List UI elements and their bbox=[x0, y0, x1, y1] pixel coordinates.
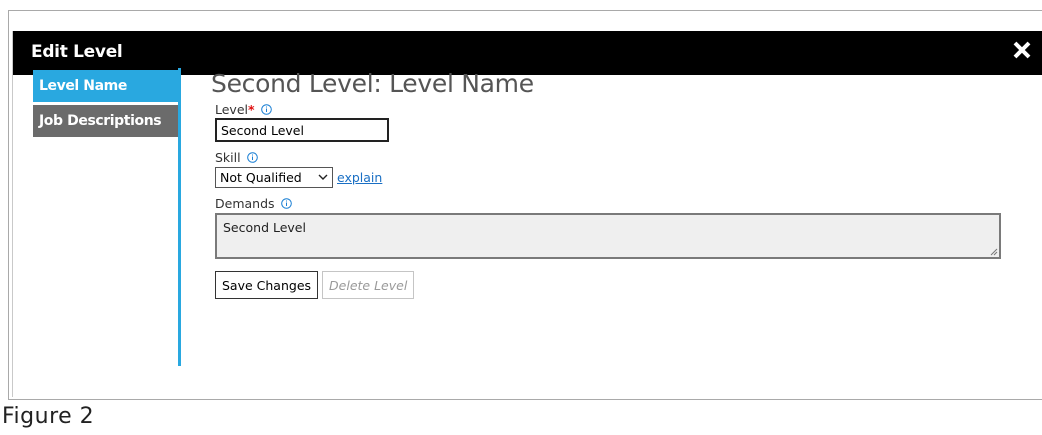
info-icon[interactable] bbox=[280, 198, 292, 209]
main-content: Second Level: Level Name Level* Skill No… bbox=[211, 68, 1011, 299]
demands-label: Demands bbox=[215, 196, 1011, 211]
required-mark: * bbox=[248, 102, 255, 117]
demands-textarea[interactable]: Second Level bbox=[215, 213, 1001, 259]
level-label: Level* bbox=[215, 102, 1011, 117]
info-icon[interactable] bbox=[246, 152, 258, 163]
figure-caption: Figure 2 bbox=[2, 404, 95, 429]
save-changes-button[interactable]: Save Changes bbox=[215, 271, 319, 299]
skill-row: Not Qualified explain bbox=[215, 167, 1011, 188]
demands-value: Second Level bbox=[223, 220, 306, 235]
page-title: Second Level: Level Name bbox=[211, 69, 534, 98]
chevron-down-icon bbox=[318, 174, 328, 180]
button-row: Save Changes Delete Level bbox=[215, 271, 1011, 299]
explain-link[interactable]: explain bbox=[337, 170, 382, 185]
close-icon bbox=[1013, 41, 1031, 59]
level-label-text: Level bbox=[215, 102, 248, 117]
skill-select[interactable]: Not Qualified bbox=[215, 167, 333, 188]
sidebar: Level Name Job Descriptions bbox=[33, 70, 178, 140]
sidebar-item-level-name[interactable]: Level Name bbox=[33, 70, 178, 102]
sidebar-divider bbox=[178, 68, 181, 366]
sidebar-item-job-descriptions[interactable]: Job Descriptions bbox=[33, 105, 178, 137]
level-input[interactable] bbox=[215, 118, 389, 142]
delete-level-button[interactable]: Delete Level bbox=[322, 271, 415, 299]
skill-selected-value: Not Qualified bbox=[220, 170, 302, 185]
close-button[interactable] bbox=[1007, 35, 1037, 71]
info-icon[interactable] bbox=[260, 104, 272, 115]
resize-grip-icon[interactable] bbox=[990, 248, 998, 256]
demands-label-text: Demands bbox=[215, 196, 275, 211]
skill-label: Skill bbox=[215, 150, 1011, 165]
skill-label-text: Skill bbox=[215, 150, 241, 165]
dialog-title: Edit Level bbox=[31, 42, 123, 62]
